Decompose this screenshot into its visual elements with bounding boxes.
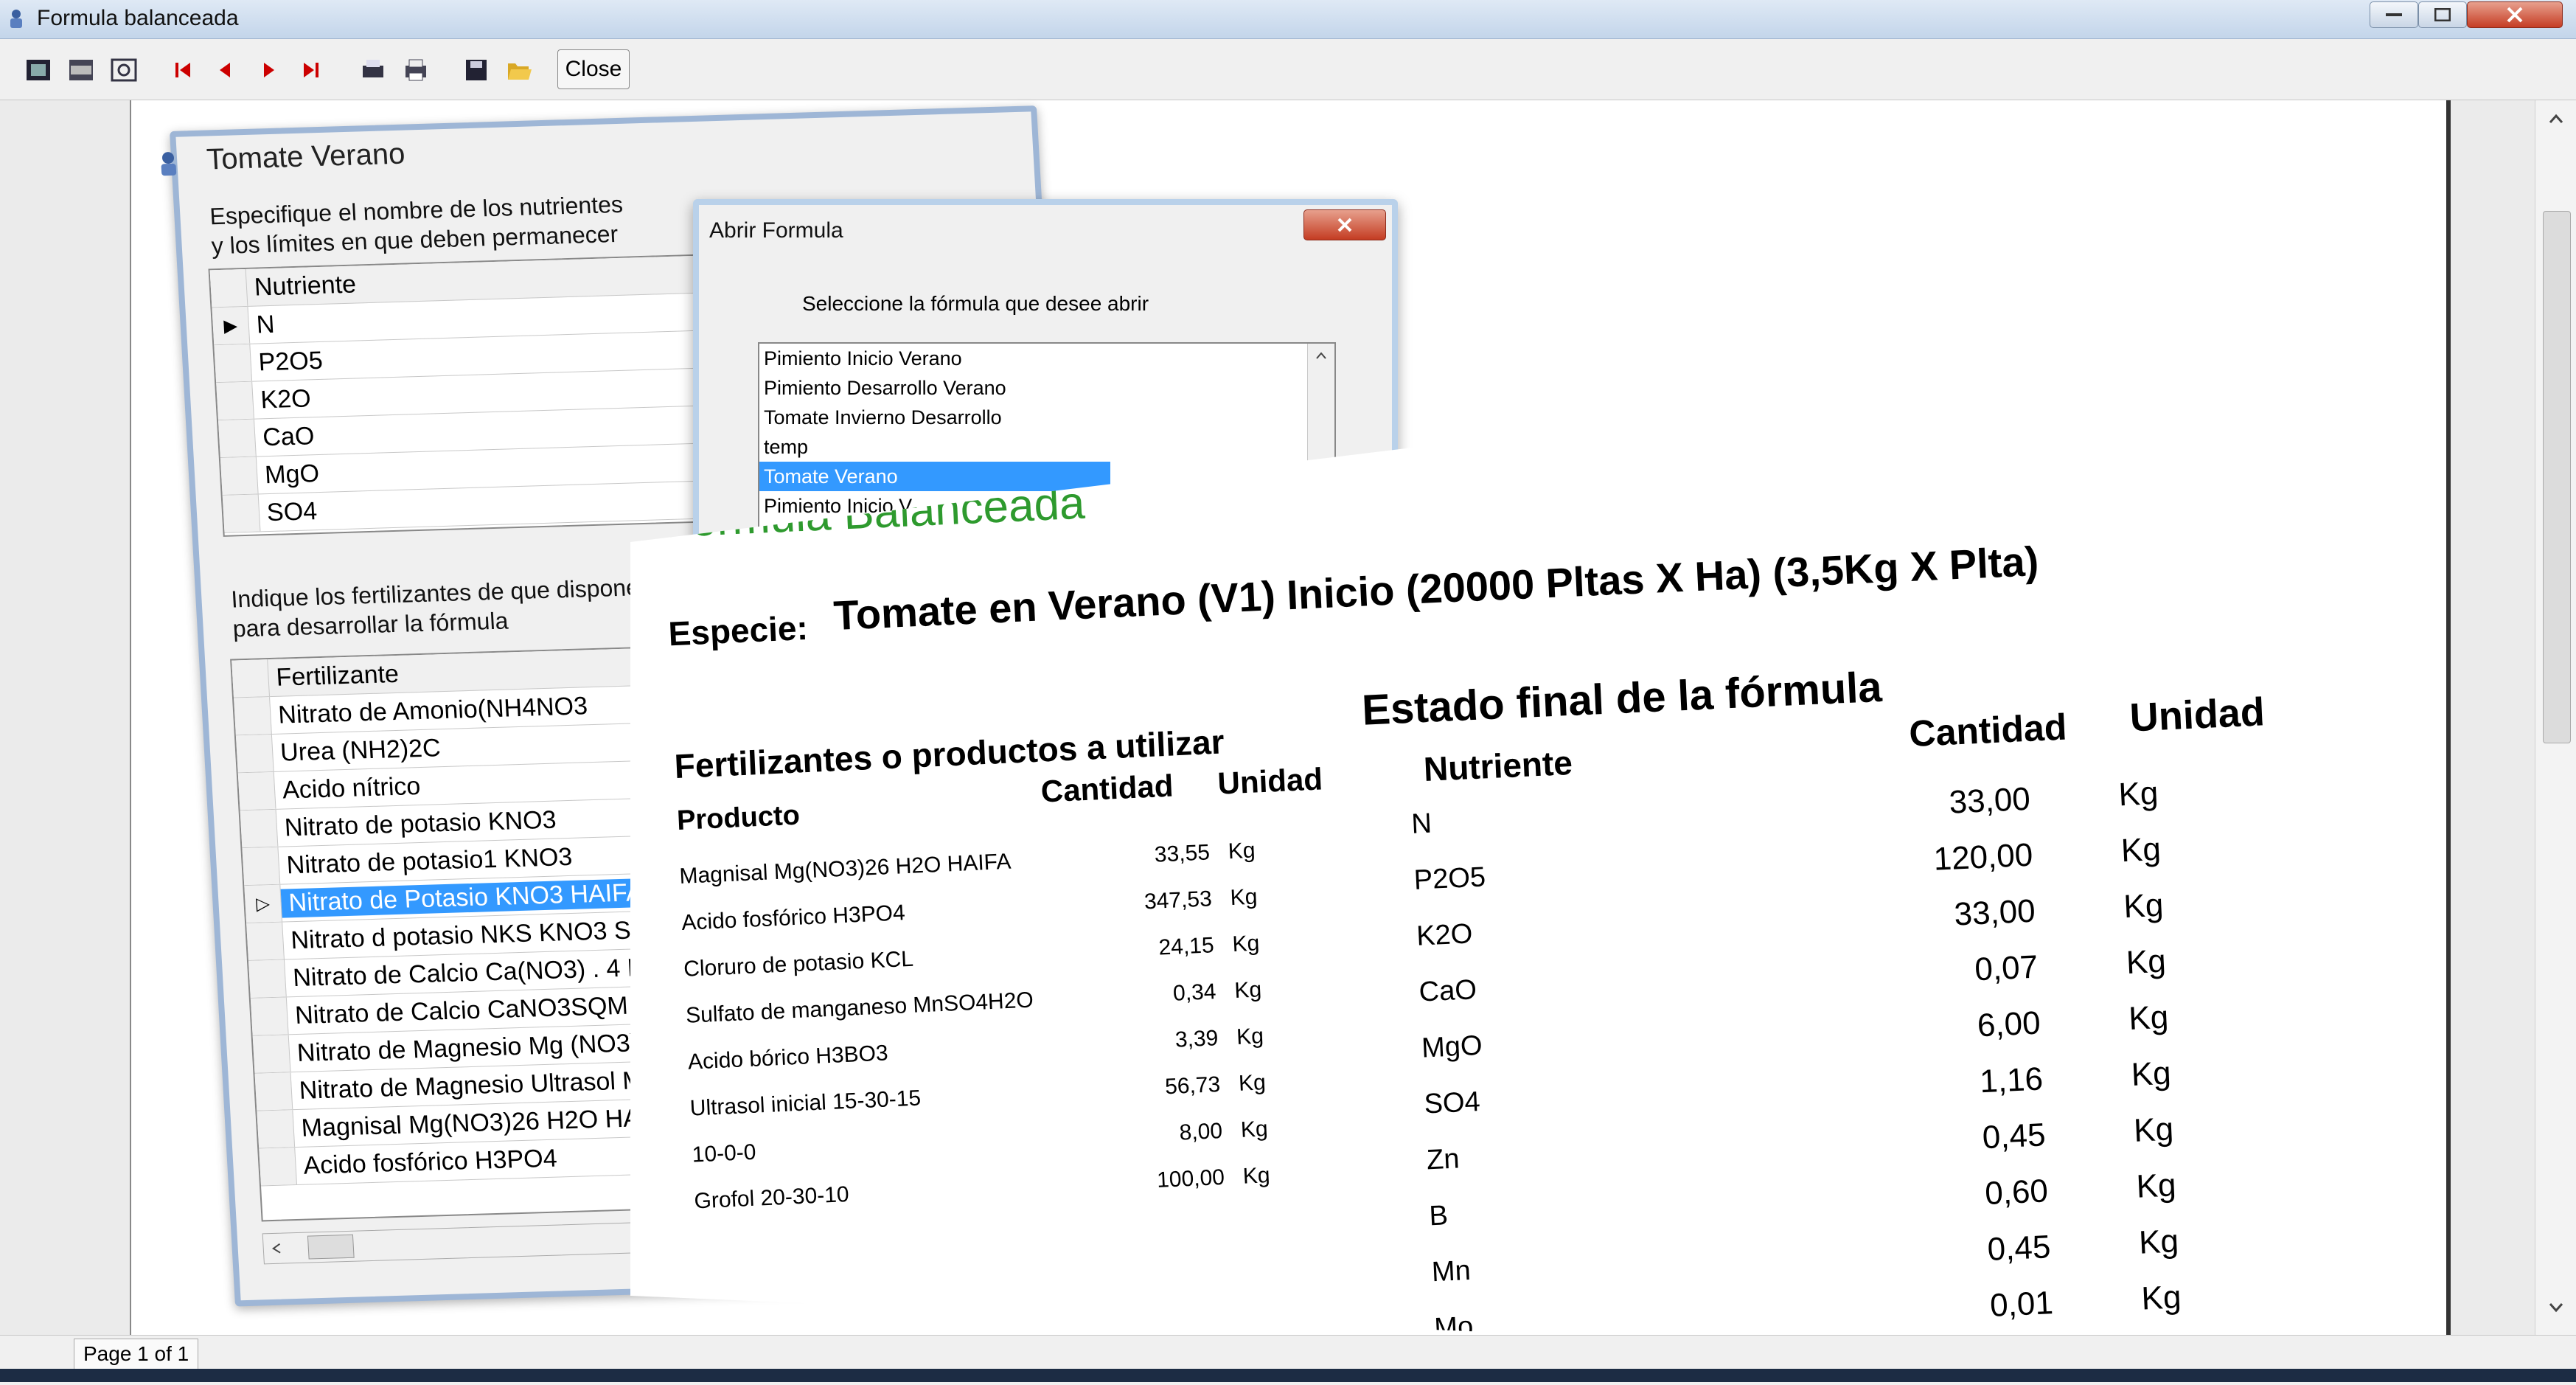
window-title: Tomate Verano	[206, 137, 406, 176]
page-width-icon	[69, 60, 93, 80]
scroll-up-icon[interactable]	[2549, 114, 2563, 124]
scrollbar-thumb[interactable]	[2543, 211, 2571, 743]
toolbar: Close	[0, 39, 2576, 100]
final-state-title: Estado final de la fórmula	[1360, 662, 1883, 735]
scroll-left-icon[interactable]	[271, 1243, 282, 1254]
previous-page-icon	[220, 63, 230, 77]
list-item-selected[interactable]: Tomate Verano	[759, 462, 1110, 491]
especie-value: Tomate en Verano (V1) Inicio (20000 Plta…	[832, 537, 2040, 639]
final-qty-header: Cantidad	[1908, 706, 2068, 755]
printer-icon	[405, 59, 426, 81]
window-titlebar: Formula balanceada	[0, 0, 2576, 39]
list-item[interactable]: Pimiento Desarrollo Verano	[759, 373, 1110, 403]
print-setup-icon	[363, 60, 383, 77]
previous-page-button[interactable]	[209, 54, 242, 86]
view-page-width-button[interactable]	[65, 54, 97, 86]
minimize-button[interactable]	[2370, 1, 2418, 28]
products-name-header: Producto	[676, 799, 801, 837]
scrollbar-thumb[interactable]	[307, 1234, 355, 1260]
dialog-close-button[interactable]	[1303, 209, 1386, 240]
print-setup-button[interactable]	[357, 54, 389, 86]
print-button[interactable]	[400, 54, 432, 86]
close-window-button[interactable]	[2467, 1, 2563, 28]
taskbar	[0, 1369, 2576, 1382]
close-icon	[2507, 7, 2523, 23]
fert-instruction-line1: Indique los fertilizantes de que dispone	[230, 574, 640, 613]
products-unit-header: Unidad	[1216, 761, 1323, 801]
vertical-scrollbar[interactable]	[2535, 100, 2576, 1335]
maximize-icon	[2434, 8, 2451, 21]
products-qty-header: Cantidad	[1040, 768, 1174, 809]
next-page-icon	[264, 63, 274, 77]
toolbar-close-button[interactable]: Close	[557, 49, 630, 89]
save-icon	[466, 60, 487, 80]
page-view-icon	[27, 60, 50, 80]
dialog-title: Abrir Formula	[709, 218, 843, 243]
first-page-icon	[175, 63, 190, 77]
folder-open-icon	[508, 63, 532, 80]
next-page-button[interactable]	[252, 54, 285, 86]
final-unit-header: Unidad	[2128, 690, 2266, 740]
first-page-button[interactable]	[167, 54, 199, 86]
list-item[interactable]: Pimiento Inicio Verano	[759, 344, 1110, 373]
dialog-prompt: Seleccione la fórmula que desee abrir	[802, 292, 1149, 315]
save-button[interactable]	[460, 54, 492, 86]
close-icon	[1337, 218, 1352, 232]
open-button[interactable]	[503, 54, 535, 86]
especie-label: Especie:	[667, 608, 809, 653]
scroll-down-icon[interactable]	[2549, 1302, 2563, 1313]
last-page-button[interactable]	[295, 54, 327, 86]
app-icon	[161, 152, 177, 176]
last-page-icon	[304, 63, 318, 77]
list-item[interactable]: Tomate Invierno Desarrollo	[759, 403, 1110, 432]
app-icon	[6, 7, 27, 29]
list-item[interactable]: temp	[759, 432, 1110, 462]
view-whole-page-button[interactable]	[22, 54, 55, 86]
page-indicator: Page 1 of 1	[74, 1339, 199, 1370]
final-nutrient-header: Nutriente	[1422, 743, 1573, 789]
zoom-button[interactable]	[108, 54, 140, 86]
minimize-icon	[2386, 13, 2402, 16]
zoom-icon	[111, 58, 137, 82]
scroll-up-icon[interactable]	[1315, 351, 1327, 360]
maximize-button[interactable]	[2418, 1, 2467, 28]
window-title: Formula balanceada	[37, 6, 239, 30]
